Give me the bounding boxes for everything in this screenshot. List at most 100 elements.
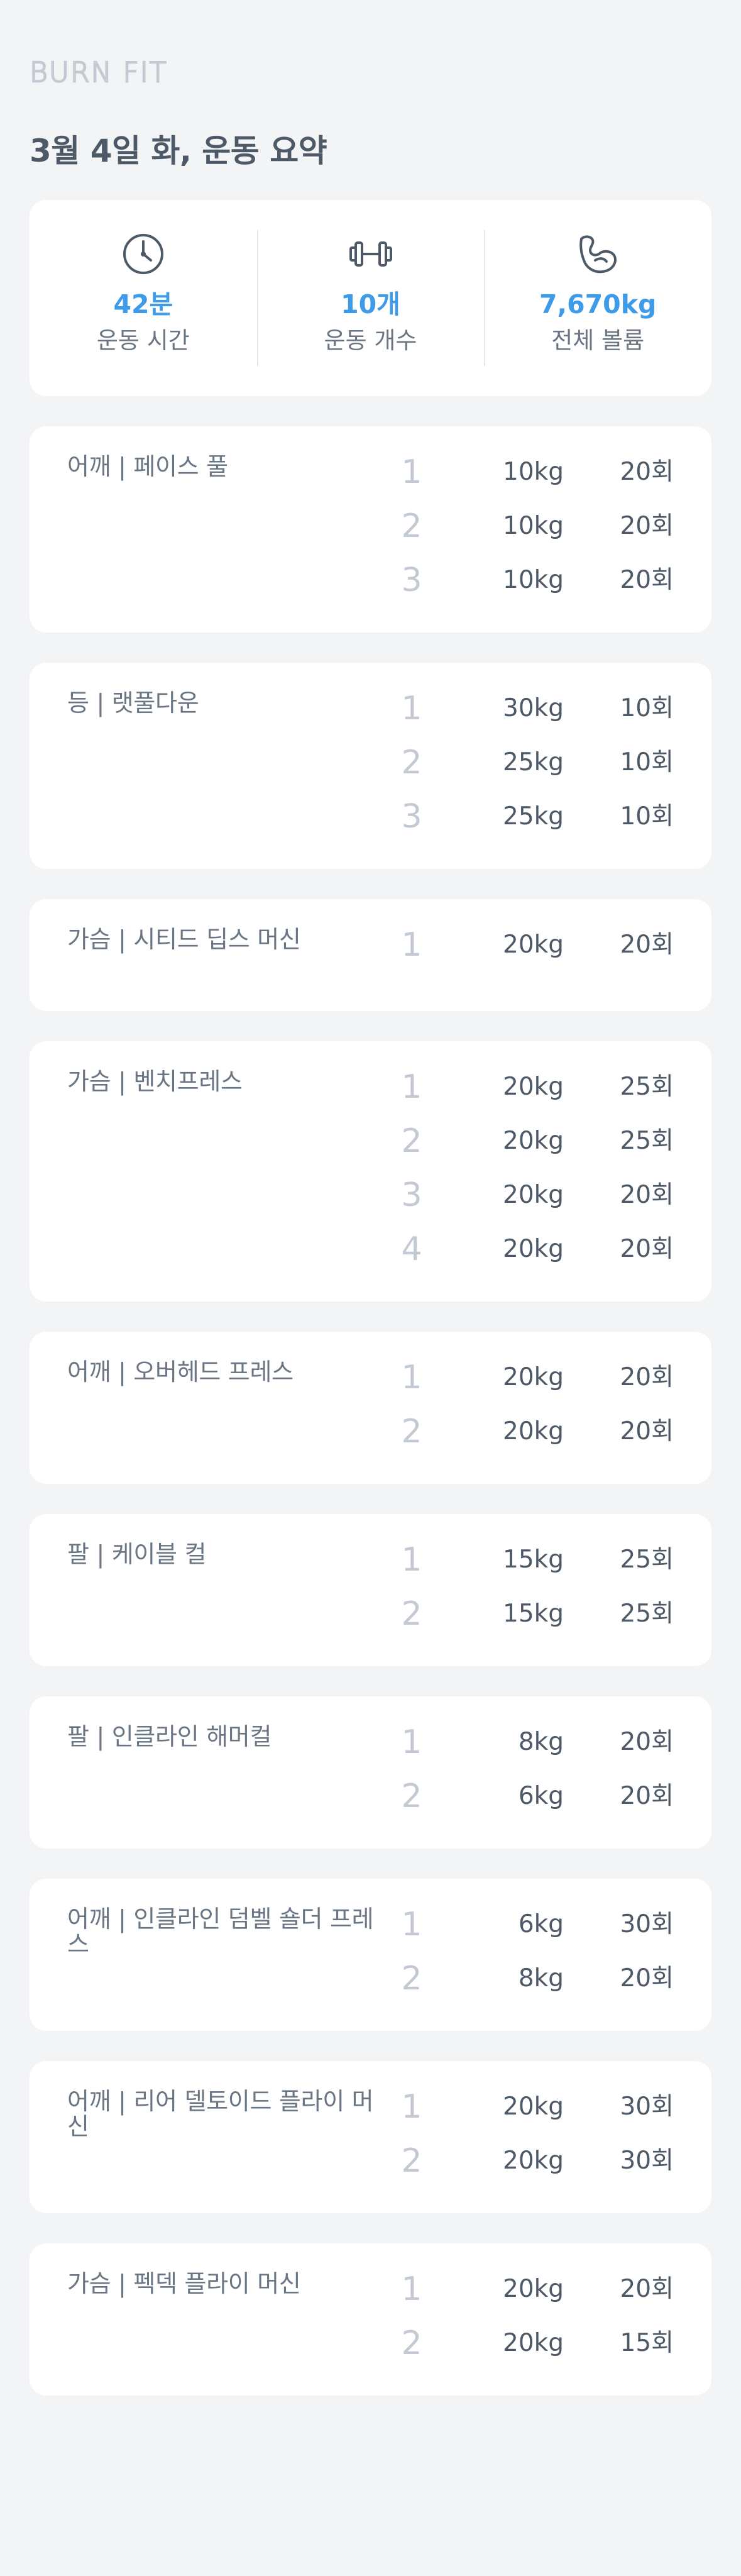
set-number: 2 <box>401 507 422 545</box>
set-row: 1 20kg 20회 <box>30 2262 711 2316</box>
set-row: 3 10kg 20회 <box>30 553 711 607</box>
set-number: 3 <box>401 798 422 836</box>
set-weight: 30kg <box>503 694 564 722</box>
set-row: 1 8kg 20회 <box>30 1715 711 1769</box>
set-reps: 20회 <box>620 512 674 540</box>
exercise-card[interactable]: 어깨 | 리어 델토이드 플라이 머신 1 20kg 30회 2 20kg 30회 <box>30 2061 711 2213</box>
set-weight: 15kg <box>503 1600 564 1628</box>
exercise-card[interactable]: 어깨 | 오버헤드 프레스 1 20kg 20회 2 20kg 20회 <box>30 1332 711 1484</box>
stat-label: 전체 볼륨 <box>551 327 645 354</box>
exercise-card[interactable]: 팔 | 케이블 컬 1 15kg 25회 2 15kg 25회 <box>30 1514 711 1666</box>
stat-value: 42분 <box>113 289 173 319</box>
set-reps: 10회 <box>620 802 674 831</box>
set-number: 4 <box>401 1230 422 1268</box>
exercise-card[interactable]: 가슴 | 시티드 딥스 머신 1 20kg 20회 <box>30 899 711 1011</box>
set-number: 2 <box>401 1122 422 1160</box>
set-row: 2 6kg 20회 <box>30 1769 711 1823</box>
set-row: 2 10kg 20회 <box>30 499 711 553</box>
set-weight: 6kg <box>518 1782 564 1810</box>
set-number: 1 <box>401 2270 422 2308</box>
set-weight: 10kg <box>503 566 564 594</box>
set-weight: 20kg <box>503 1127 564 1155</box>
set-reps: 20회 <box>620 1181 674 1209</box>
set-number: 2 <box>401 1960 422 1998</box>
exercise-card[interactable]: 가슴 | 벤치프레스 1 20kg 25회 2 20kg 25회 3 20kg 20회 4 20kg 2… <box>30 1041 711 1302</box>
set-row: 2 20kg 15회 <box>30 2316 711 2370</box>
set-row: 4 20kg 20회 <box>30 1222 711 1276</box>
set-row: 1 10kg 20회 <box>30 445 711 499</box>
set-row: 1 20kg 25회 <box>30 1060 711 1114</box>
set-weight: 25kg <box>503 748 564 777</box>
set-row: 1 20kg 30회 <box>30 2080 711 2134</box>
set-row: 2 15kg 25회 <box>30 1587 711 1641</box>
set-reps: 10회 <box>620 694 674 722</box>
set-weight: 20kg <box>503 931 564 959</box>
set-row: 2 25kg 10회 <box>30 736 711 790</box>
set-reps: 20회 <box>620 931 674 959</box>
page-title: 3월 4일 화, 운동 요약 <box>30 133 327 169</box>
set-row: 1 6kg 30회 <box>30 1898 711 1952</box>
stat-total-volume: 7,670kg 전체 볼륨 <box>484 230 711 366</box>
set-number: 1 <box>401 690 422 727</box>
set-reps: 30회 <box>620 1910 674 1938</box>
stat-value: 10개 <box>341 289 400 319</box>
set-number: 1 <box>401 1906 422 1943</box>
set-number: 2 <box>401 1595 422 1633</box>
set-weight: 8kg <box>518 1964 564 1993</box>
set-row: 1 15kg 25회 <box>30 1533 711 1587</box>
set-row: 1 20kg 20회 <box>30 1351 711 1405</box>
stat-value: 7,670kg <box>539 289 657 319</box>
stat-exercise-count: 10개 운동 개수 <box>256 230 485 366</box>
set-number: 2 <box>401 1413 422 1451</box>
set-reps: 10회 <box>620 748 674 777</box>
set-reps: 20회 <box>620 1964 674 1993</box>
set-reps: 30회 <box>620 2147 674 2175</box>
burn-fit-logo: BURN FIT <box>30 58 185 86</box>
set-weight: 20kg <box>503 1363 564 1391</box>
set-reps: 20회 <box>620 1782 674 1810</box>
exercise-card[interactable]: 어깨 | 페이스 풀 1 10kg 20회 2 10kg 20회 3 10kg 20회 <box>30 426 711 633</box>
exercise-card[interactable]: 등 | 랫풀다운 1 30kg 10회 2 25kg 10회 3 25kg 10회 <box>30 663 711 869</box>
dumbbell-icon <box>347 230 395 278</box>
set-row: 2 20kg 20회 <box>30 1405 711 1459</box>
set-weight: 25kg <box>503 802 564 831</box>
set-reps: 20회 <box>620 2275 674 2303</box>
set-weight: 20kg <box>503 1235 564 1263</box>
set-number: 1 <box>401 926 422 964</box>
stat-label: 운동 개수 <box>324 327 417 354</box>
set-number: 1 <box>401 1723 422 1761</box>
set-row: 2 20kg 25회 <box>30 1114 711 1168</box>
set-row: 2 20kg 30회 <box>30 2134 711 2188</box>
set-weight: 20kg <box>503 1417 564 1446</box>
set-reps: 20회 <box>620 1363 674 1391</box>
set-row: 1 20kg 20회 <box>30 918 711 972</box>
set-number: 2 <box>401 2324 422 2362</box>
set-weight: 20kg <box>503 2147 564 2175</box>
exercise-card[interactable]: 어깨 | 인클라인 덤벨 숄더 프레스 1 6kg 30회 2 8kg 20회 <box>30 1879 711 2031</box>
set-reps: 20회 <box>620 458 674 486</box>
set-reps: 20회 <box>620 1417 674 1446</box>
set-weight: 6kg <box>518 1910 564 1938</box>
set-reps: 20회 <box>620 1728 674 1756</box>
set-reps: 25회 <box>620 1545 674 1574</box>
set-number: 1 <box>401 1359 422 1396</box>
muscle-arm-icon <box>574 230 622 278</box>
stat-label: 운동 시간 <box>96 327 190 354</box>
exercise-card[interactable]: 가슴 | 펙덱 플라이 머신 1 20kg 20회 2 20kg 15회 <box>30 2243 711 2396</box>
workout-summary-page: BURN FIT 3월 4일 화, 운동 요약 42분 운동 시간 10개 운동… <box>0 0 741 2576</box>
set-weight: 8kg <box>518 1728 564 1756</box>
set-row: 3 20kg 20회 <box>30 1168 711 1222</box>
set-weight: 15kg <box>503 1545 564 1574</box>
set-weight: 20kg <box>503 2329 564 2357</box>
set-number: 2 <box>401 2142 422 2180</box>
summary-card: 42분 운동 시간 10개 운동 개수 7,670kg 전체 볼륨 <box>30 200 711 396</box>
set-number: 1 <box>401 2088 422 2126</box>
set-number: 1 <box>401 1068 422 1106</box>
set-weight: 10kg <box>503 512 564 540</box>
exercise-card[interactable]: 팔 | 인클라인 해머컬 1 8kg 20회 2 6kg 20회 <box>30 1696 711 1849</box>
set-row: 3 25kg 10회 <box>30 790 711 844</box>
set-reps: 20회 <box>620 1235 674 1263</box>
set-number: 3 <box>401 561 422 599</box>
set-row: 1 30kg 10회 <box>30 682 711 736</box>
set-number: 1 <box>401 1541 422 1579</box>
